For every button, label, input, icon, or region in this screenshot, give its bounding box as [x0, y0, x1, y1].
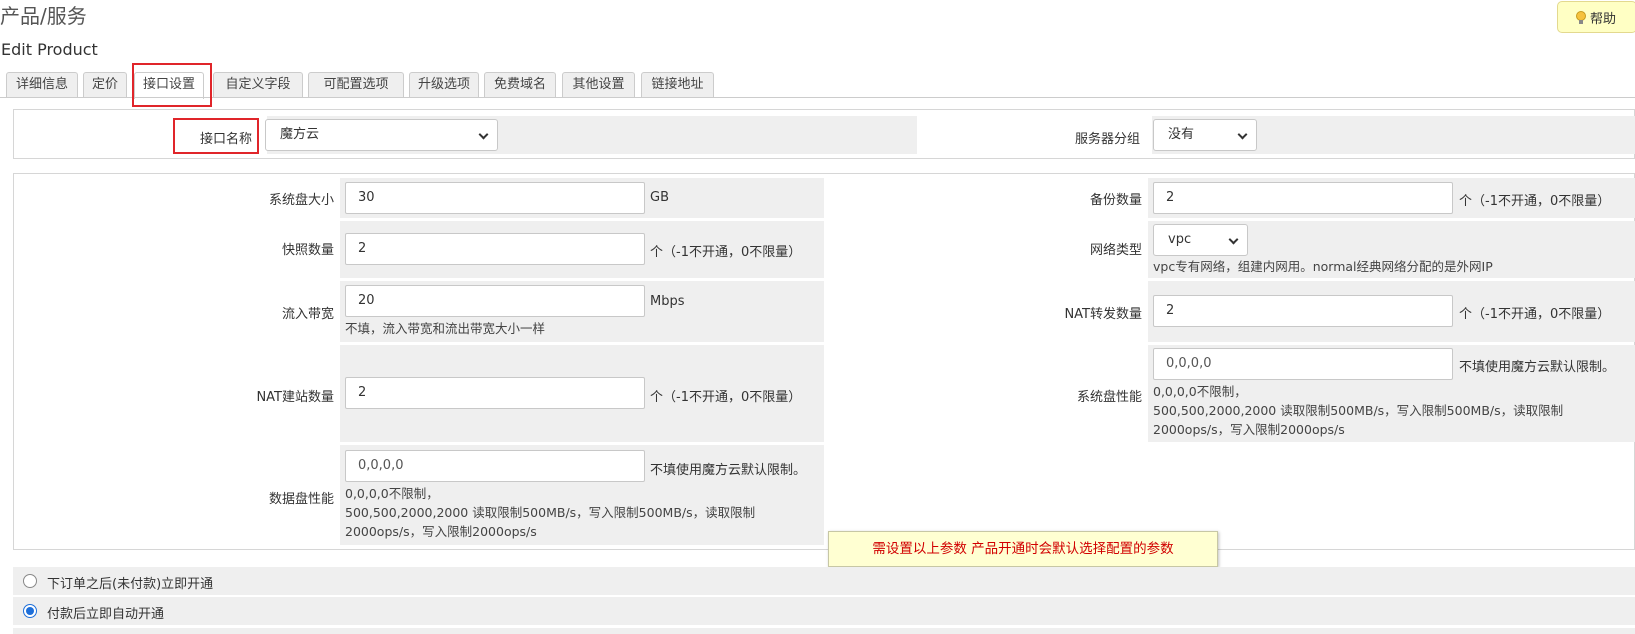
activation-label-unpaid: 下订单之后(未付款)立即开通	[47, 577, 214, 592]
network-type-label: 网络类型	[1089, 243, 1142, 258]
tab-pricing[interactable]: 定价	[83, 72, 127, 97]
system-disk-perf-label: 系统盘性能	[1076, 390, 1142, 405]
network-type-select[interactable]: vpc	[1153, 224, 1248, 256]
backup-count-input[interactable]: 2	[1153, 182, 1453, 214]
system-disk-unit: GB	[650, 190, 669, 205]
snapshot-count-label: 快照数量	[281, 243, 334, 258]
server-group-label: 服务器分组	[1074, 132, 1140, 147]
data-disk-perf-input[interactable]: 0,0,0,0	[345, 450, 645, 482]
tab-free-domain[interactable]: 免费域名	[484, 72, 556, 97]
nat-forward-input[interactable]: 2	[1153, 295, 1453, 327]
nat-forward-label: NAT转发数量	[1064, 307, 1142, 322]
module-name-value: 魔方云	[280, 127, 320, 142]
tab-upgrades[interactable]: 升级选项	[409, 72, 479, 97]
network-type-help: vpc专有网络，组建内网用。normal经典网络分配的是外网IP	[1153, 259, 1493, 274]
system-disk-label: 系统盘大小	[268, 193, 334, 208]
tab-other-settings[interactable]: 其他设置	[562, 72, 635, 97]
server-group-select[interactable]: 没有	[1153, 119, 1257, 151]
data-disk-perf-help-1: 0,0,0,0不限制，	[345, 486, 439, 501]
tooltip-note: 需设置以上参数 产品开通时会默认选择配置的参数	[828, 531, 1218, 567]
module-panel	[13, 109, 1635, 159]
activation-option-row: 下订单之后(未付款)立即开通	[13, 567, 1635, 595]
chevron-down-icon	[1237, 129, 1248, 140]
tabs-divider	[0, 97, 1635, 98]
inbound-bandwidth-label: 流入带宽	[281, 307, 334, 322]
activation-option-row: 付款后立即自动开通	[13, 597, 1635, 625]
snapshot-count-unit: 个（-1不开通，0不限量）	[650, 245, 802, 260]
tab-custom-fields[interactable]: 自定义字段	[213, 72, 303, 97]
lightbulb-icon	[1576, 10, 1586, 24]
data-disk-perf-help-3: 2000ops/s，写入限制2000ops/s	[345, 524, 537, 539]
system-disk-perf-help-2: 500,500,2000,2000 读取限制500MB/s，写入限制500MB/…	[1153, 403, 1564, 418]
tab-configurable-options[interactable]: 可配置选项	[308, 72, 404, 97]
system-disk-perf-unit: 不填使用魔方云默认限制。	[1459, 360, 1616, 375]
chevron-down-icon	[478, 129, 489, 140]
inbound-bandwidth-help: 不填，流入带宽和流出带宽大小一样	[345, 321, 546, 336]
help-label: 帮助	[1590, 11, 1617, 27]
nat-site-input[interactable]: 2	[345, 377, 645, 409]
module-name-label: 接口名称	[199, 132, 252, 147]
nat-site-label: NAT建站数量	[256, 390, 334, 405]
nat-site-unit: 个（-1不开通，0不限量）	[650, 390, 802, 405]
chevron-down-icon	[1228, 234, 1239, 245]
system-disk-perf-input[interactable]: 0,0,0,0	[1153, 348, 1453, 380]
server-group-value: 没有	[1168, 127, 1195, 142]
data-disk-perf-label: 数据盘性能	[268, 492, 334, 507]
inbound-bandwidth-unit: Mbps	[650, 294, 685, 309]
tab-details[interactable]: 详细信息	[6, 72, 78, 97]
module-name-select[interactable]: 魔方云	[265, 119, 498, 151]
system-disk-perf-help-1: 0,0,0,0不限制，	[1153, 384, 1247, 399]
activation-radio-unpaid[interactable]	[23, 574, 37, 588]
activation-radio-paid[interactable]	[23, 604, 37, 618]
backup-count-unit: 个（-1不开通，0不限量）	[1459, 194, 1611, 209]
backup-count-label: 备份数量	[1089, 193, 1142, 208]
network-type-value: vpc	[1168, 232, 1192, 247]
system-disk-input[interactable]: 30	[345, 182, 645, 214]
nat-forward-unit: 个（-1不开通，0不限量）	[1459, 307, 1611, 322]
tab-module-settings[interactable]: 接口设置	[134, 72, 204, 99]
activation-option-row	[13, 628, 1635, 634]
help-button[interactable]: 帮助	[1557, 1, 1635, 33]
activation-label-paid: 付款后立即自动开通	[47, 607, 165, 622]
system-disk-perf-help-3: 2000ops/s，写入限制2000ops/s	[1153, 422, 1345, 437]
snapshot-count-input[interactable]: 2	[345, 233, 645, 265]
page-subtitle: Edit Product	[1, 40, 98, 59]
page-title: 产品/服务	[0, 4, 87, 28]
data-disk-perf-help-2: 500,500,2000,2000 读取限制500MB/s，写入限制500MB/…	[345, 505, 756, 520]
inbound-bandwidth-input[interactable]: 20	[345, 285, 645, 317]
tab-links[interactable]: 链接地址	[641, 72, 714, 97]
data-disk-perf-unit: 不填使用魔方云默认限制。	[650, 463, 807, 478]
